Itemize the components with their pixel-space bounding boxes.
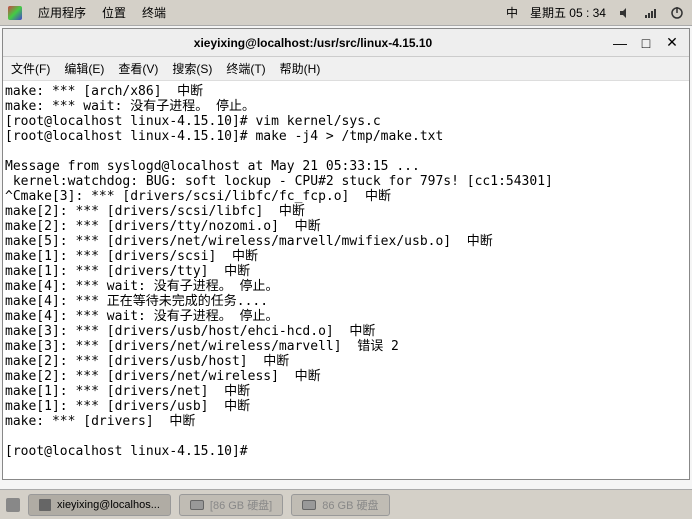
menu-search[interactable]: 搜索(S)	[172, 60, 212, 77]
terminal-content[interactable]: make: *** [arch/x86] 中断 make: *** wait: …	[3, 81, 689, 479]
terminal-task-icon	[39, 499, 51, 511]
volume-icon[interactable]	[618, 6, 632, 20]
power-icon[interactable]	[670, 6, 684, 20]
terminal-menu[interactable]: 终端	[142, 4, 166, 21]
window-title: xieyixing@localhost:/usr/src/linux-4.15.…	[13, 36, 613, 50]
show-desktop-button[interactable]	[6, 498, 20, 512]
taskbar-item-terminal[interactable]: xieyixing@localhos...	[28, 494, 171, 516]
datetime-label[interactable]: 星期五 05 : 34	[530, 4, 606, 21]
taskbar-item-disk2[interactable]: 86 GB 硬盘	[291, 494, 389, 516]
menu-file[interactable]: 文件(F)	[11, 60, 50, 77]
maximize-button[interactable]: □	[639, 36, 653, 50]
menu-help[interactable]: 帮助(H)	[280, 60, 321, 77]
top-panel: 应用程序 位置 终端 中 星期五 05 : 34	[0, 0, 692, 26]
taskbar-item-disk1[interactable]: [86 GB 硬盘]	[179, 494, 283, 516]
close-button[interactable]: ✕	[665, 36, 679, 50]
menu-terminal[interactable]: 终端(T)	[226, 60, 265, 77]
applications-menu[interactable]: 应用程序	[38, 4, 86, 21]
taskbar-item-label: xieyixing@localhos...	[57, 499, 160, 511]
network-icon[interactable]	[644, 6, 658, 20]
titlebar[interactable]: xieyixing@localhost:/usr/src/linux-4.15.…	[3, 29, 689, 57]
menu-view[interactable]: 查看(V)	[118, 60, 158, 77]
disk-icon	[302, 500, 316, 510]
panel-right: 中 星期五 05 : 34	[506, 4, 684, 21]
bottom-panel: xieyixing@localhos... [86 GB 硬盘] 86 GB 硬…	[0, 489, 692, 519]
activities-icon[interactable]	[8, 6, 22, 20]
taskbar-item-label: [86 GB 硬盘]	[210, 497, 272, 513]
taskbar-item-label: 86 GB 硬盘	[322, 497, 378, 513]
minimize-button[interactable]: —	[613, 36, 627, 50]
disk-icon	[190, 500, 204, 510]
places-menu[interactable]: 位置	[102, 4, 126, 21]
panel-left: 应用程序 位置 终端	[8, 4, 166, 21]
menu-edit[interactable]: 编辑(E)	[64, 60, 104, 77]
menubar: 文件(F) 编辑(E) 查看(V) 搜索(S) 终端(T) 帮助(H)	[3, 57, 689, 81]
window-controls: — □ ✕	[613, 36, 679, 50]
terminal-window: xieyixing@localhost:/usr/src/linux-4.15.…	[2, 28, 690, 480]
ime-indicator[interactable]: 中	[506, 4, 518, 21]
